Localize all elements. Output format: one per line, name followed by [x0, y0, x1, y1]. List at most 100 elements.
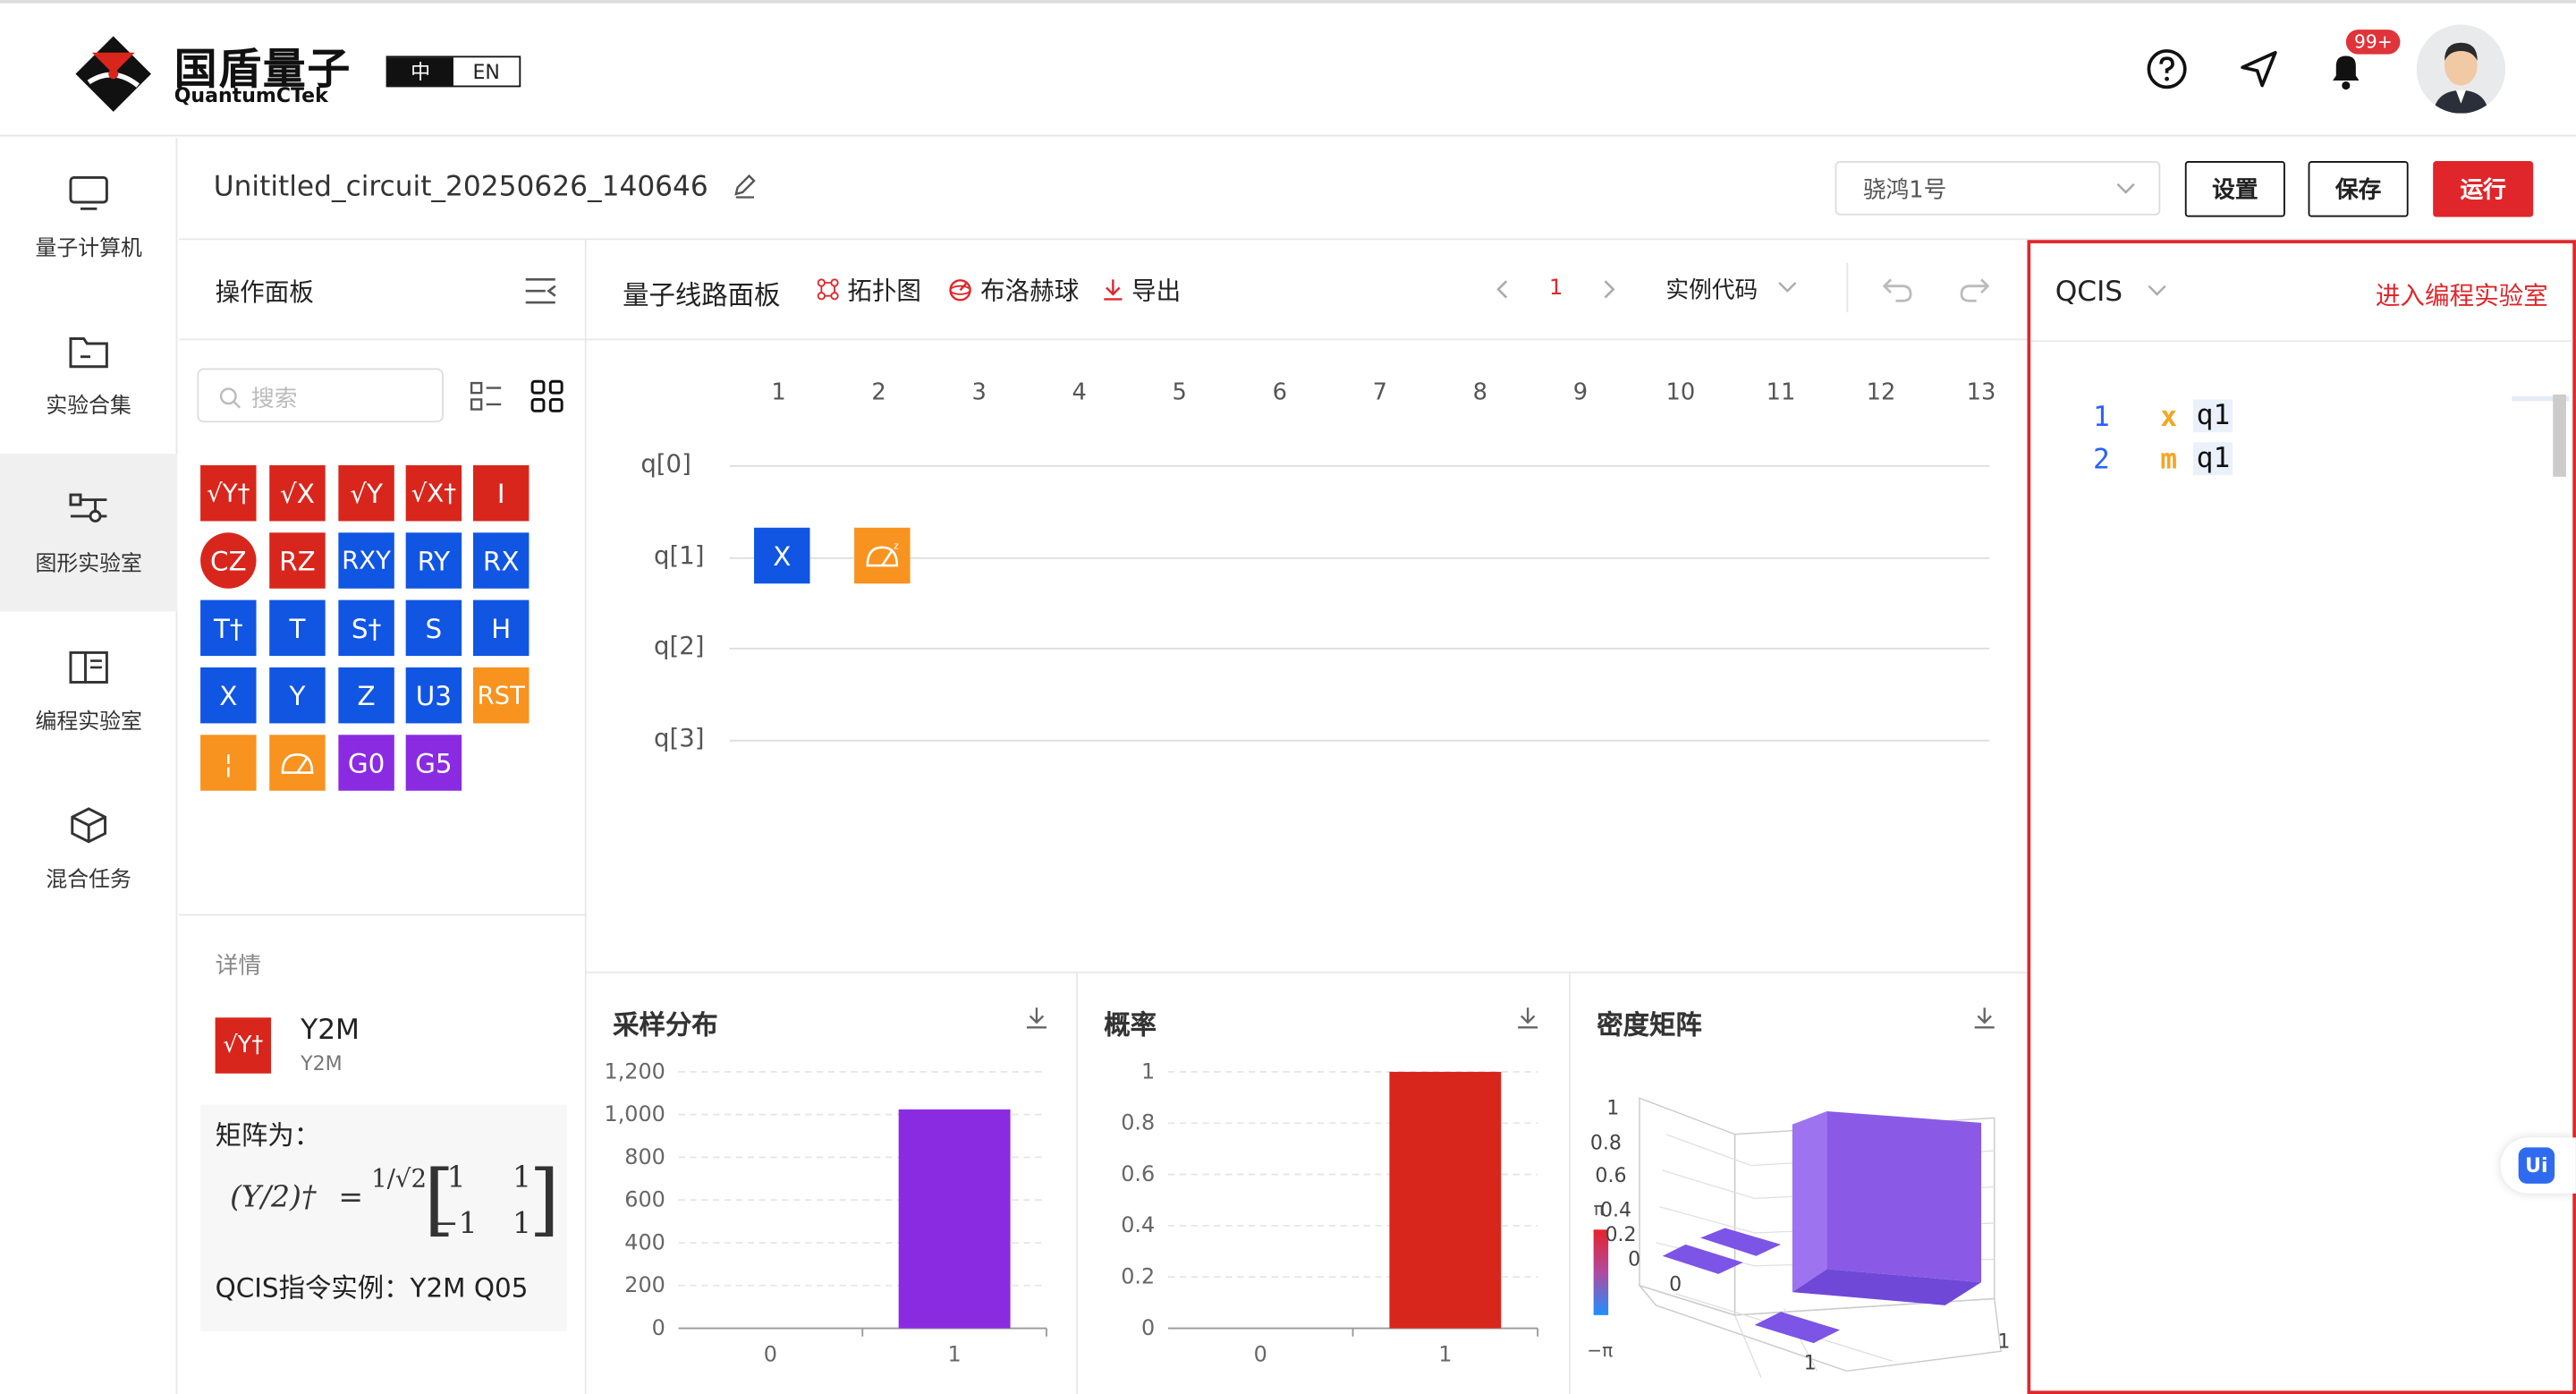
page-next-icon[interactable] [1600, 279, 1616, 299]
page-number[interactable]: 1 [1549, 276, 1563, 302]
gate-button[interactable]: √Y [338, 464, 394, 522]
matrix-label: 矩阵为： [215, 1119, 321, 1152]
language-switch[interactable]: 中 EN [386, 55, 521, 88]
edit-pencil-icon[interactable] [730, 173, 756, 199]
gate-button[interactable]: RXY [338, 532, 394, 589]
gate-button[interactable]: G5 [405, 735, 462, 791]
qubit-wire[interactable] [729, 556, 1990, 558]
x-tick-label: 1 [1438, 1341, 1452, 1366]
enter-programming-lab-link[interactable]: 进入编程实验室 [2376, 278, 2548, 313]
undo-icon[interactable] [1881, 276, 1914, 302]
cube-icon [71, 806, 107, 843]
x-tick-label: 0 [1254, 1341, 1267, 1366]
gate-button[interactable]: U3 [405, 667, 462, 724]
gate-button[interactable]: Y [269, 667, 326, 724]
search-placeholder: 搜索 [251, 386, 298, 413]
chevron-down-icon [2148, 285, 2167, 296]
gate-button[interactable]: RZ [269, 532, 326, 589]
qubit-label: q[1] [654, 540, 705, 570]
gate-button[interactable]: G0 [338, 735, 394, 791]
bar[interactable] [898, 1109, 1011, 1329]
gate-button[interactable]: √X [269, 464, 326, 522]
column-number: 7 [1372, 379, 1388, 406]
bloch-sphere-button[interactable]: 布洛赫球 [948, 273, 1079, 308]
probability-chart-panel: 概率 0 0.2 0.4 0.6 0.8 1 0 1 [1078, 973, 1571, 1394]
sidebar-item-label: 混合任务 [46, 867, 131, 892]
qubit-label: q[2] [654, 631, 705, 661]
gate-button[interactable]: √X† [405, 464, 462, 522]
axis-label: 0 [1669, 1273, 1682, 1296]
y-tick-label: 1,000 [605, 1101, 665, 1126]
topology-icon [817, 278, 839, 301]
search-icon [219, 387, 242, 409]
ui-assistant-widget[interactable]: Ui [2500, 1137, 2576, 1194]
list-view-icon[interactable] [470, 379, 503, 412]
gate-button[interactable]: RX [472, 532, 530, 589]
column-number: 5 [1172, 379, 1187, 406]
gate-button[interactable]: RST [472, 667, 530, 724]
gate-button[interactable]: H [472, 599, 530, 657]
user-avatar[interactable] [2416, 24, 2505, 114]
bar[interactable] [1389, 1071, 1502, 1329]
qubit-wire[interactable] [729, 647, 1990, 650]
qubit-wire[interactable] [729, 738, 1990, 741]
sidebar-item-hybrid-tasks[interactable]: 混合任务 [0, 769, 177, 927]
gate-button[interactable]: S† [338, 599, 394, 657]
example-code-dropdown[interactable]: 实例代码 [1665, 273, 1798, 306]
page-prev-icon[interactable] [1495, 279, 1511, 299]
gate-button[interactable]: X [200, 667, 257, 724]
column-number: 10 [1665, 379, 1696, 406]
lang-en-option[interactable]: EN [453, 57, 519, 85]
gate-button[interactable]: RY [405, 532, 462, 589]
collapse-menu-icon[interactable] [524, 276, 557, 306]
gate-button[interactable]: S [405, 599, 462, 657]
column-number: 6 [1272, 379, 1287, 406]
gate-button[interactable]: √Y† [200, 464, 257, 522]
qubit-wire[interactable] [729, 464, 1990, 467]
sidebar-item-quantum-computer[interactable]: 量子计算机 [0, 138, 177, 295]
column-number: 12 [1866, 379, 1896, 406]
gate-button[interactable]: CZ [200, 532, 257, 589]
save-button[interactable]: 保存 [2308, 161, 2409, 217]
code-scrollbar[interactable] [2553, 394, 2566, 477]
z-tick: 0.4 [1600, 1200, 1631, 1222]
sampling-bar-chart: 0 200 400 600 800 1,000 1,200 0 1 [605, 1058, 1047, 1366]
send-icon[interactable] [2236, 46, 2282, 91]
circuit-panel-title: 量子线路面板 [623, 279, 781, 311]
export-button[interactable]: 导出 [1102, 273, 1181, 308]
gate-search-input[interactable]: 搜索 [197, 368, 444, 423]
probability-bar-chart: 0 0.2 0.4 0.6 0.8 1 0 1 [1121, 1058, 1539, 1366]
gate-button[interactable]: Z [338, 667, 394, 724]
placed-gate-measure[interactable]: z [854, 527, 911, 584]
circuit-icon [69, 492, 107, 522]
sidebar-item-label: 图形实验室 [35, 551, 142, 576]
gate-button-measure[interactable] [269, 735, 326, 791]
redo-icon[interactable] [1958, 276, 1991, 302]
gate-button[interactable]: I [472, 464, 530, 522]
sidebar-item-label: 实验合集 [46, 394, 131, 419]
column-number: 4 [1072, 379, 1087, 406]
x-tick-label: 0 [764, 1341, 777, 1366]
sidebar-item-programming-lab[interactable]: 编程实验室 [0, 611, 177, 769]
help-icon[interactable] [2144, 46, 2190, 91]
placed-gate-x[interactable]: X [754, 527, 810, 584]
topology-button[interactable]: 拓扑图 [817, 273, 921, 308]
device-select-value: 骁鸿1号 [1862, 177, 1947, 204]
gate-button[interactable]: T† [200, 599, 257, 657]
settings-button[interactable]: 设置 [2184, 161, 2285, 217]
code-arg: q1 [2192, 399, 2233, 433]
circuit-name[interactable]: Unititled_circuit_20250626_140646 [214, 171, 757, 204]
gate-button[interactable]: T [269, 599, 326, 657]
gate-button[interactable]: ¦ [200, 735, 257, 791]
grid-view-icon[interactable] [530, 379, 564, 412]
device-select[interactable]: 骁鸿1号 [1835, 161, 2161, 216]
density-matrix-panel: 密度矩阵 −π π 1 0.8 0.6 0.4 0.2 0 0 1 1 [1571, 973, 2028, 1394]
language-dropdown[interactable]: QCIS [2055, 276, 2168, 309]
run-button[interactable]: 运行 [2433, 161, 2534, 217]
lang-zh-option[interactable]: 中 [387, 57, 453, 86]
column-number: 13 [1966, 379, 1996, 406]
column-number: 3 [971, 379, 987, 406]
sidebar-item-graphic-lab[interactable]: 图形实验室 [0, 454, 178, 612]
code-op: m [2160, 444, 2178, 477]
sidebar-item-experiments[interactable]: 实验合集 [0, 296, 177, 454]
